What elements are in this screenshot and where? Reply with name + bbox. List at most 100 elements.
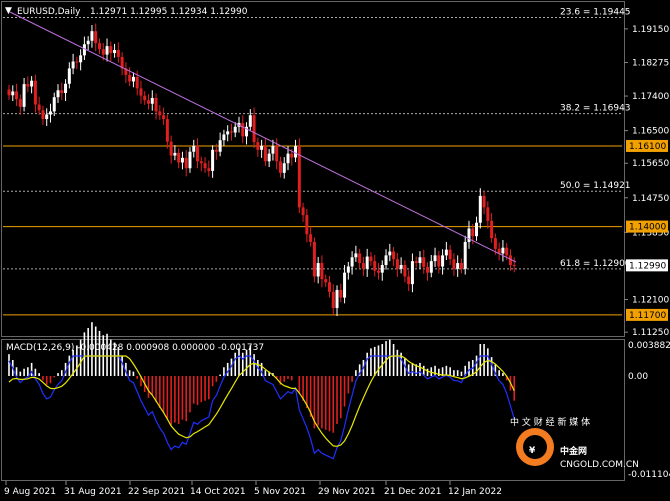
candle-body bbox=[395, 259, 399, 269]
candle-body bbox=[30, 80, 34, 87]
time-tick-label: 21 Dec 2021 bbox=[384, 487, 442, 497]
candle-body bbox=[433, 255, 437, 262]
candle-body bbox=[505, 247, 509, 256]
candle-body bbox=[256, 142, 260, 150]
candle-body bbox=[180, 157, 184, 163]
candle-body bbox=[490, 220, 494, 239]
chart-window[interactable]: 23.6 = 1.19445 38.2 = 1.16943 50.0 = 1.149… bbox=[0, 0, 670, 497]
candle-body bbox=[196, 145, 200, 162]
candle-body bbox=[312, 241, 316, 277]
candle-body bbox=[128, 74, 132, 82]
dropdown-icon[interactable]: ▼ bbox=[5, 6, 12, 16]
candle-body bbox=[260, 145, 264, 150]
candle-body bbox=[452, 259, 456, 269]
candle-body bbox=[320, 263, 324, 280]
candle-body bbox=[441, 255, 445, 267]
price-tick-label: 1.17400 bbox=[632, 92, 669, 102]
time-tick-label: 14 Oct 2021 bbox=[190, 487, 246, 497]
time-tick-label: 31 Aug 2021 bbox=[64, 487, 122, 497]
fib-label: 61.8 = 1.12900 bbox=[560, 259, 631, 269]
candle-body bbox=[226, 131, 230, 135]
candle-body bbox=[165, 119, 169, 142]
candle-body bbox=[64, 83, 68, 93]
candle-body bbox=[271, 145, 275, 154]
candle-body bbox=[437, 255, 441, 267]
candle-body bbox=[45, 114, 49, 120]
candle-body bbox=[18, 99, 22, 107]
candle-body bbox=[482, 195, 486, 208]
candle-body bbox=[407, 276, 411, 285]
candle-body bbox=[135, 76, 139, 89]
candle-body bbox=[22, 84, 26, 107]
candle-body bbox=[410, 261, 414, 285]
candle-body bbox=[154, 97, 158, 112]
candle-body bbox=[60, 90, 64, 93]
candle-body bbox=[33, 80, 37, 105]
candle-body bbox=[444, 249, 448, 256]
candle-body bbox=[373, 261, 377, 271]
candle-body bbox=[105, 46, 109, 55]
candle-body bbox=[214, 149, 218, 152]
fib-label: 38.2 = 1.16943 bbox=[560, 104, 631, 114]
candle-body bbox=[248, 115, 252, 127]
candle-body bbox=[131, 76, 135, 82]
fib-label: 50.0 = 1.14921 bbox=[560, 181, 631, 191]
candle-body bbox=[358, 253, 362, 264]
price-tick-label: 1.12100 bbox=[632, 296, 669, 306]
candle-body bbox=[354, 253, 358, 258]
candle-body bbox=[207, 168, 211, 171]
candle-body bbox=[392, 251, 396, 260]
candle-body bbox=[361, 263, 365, 269]
candle-body bbox=[414, 261, 418, 264]
candle-body bbox=[162, 115, 166, 120]
candle-body bbox=[463, 241, 467, 269]
candle-body bbox=[116, 49, 120, 57]
candle-body bbox=[335, 289, 339, 308]
candle-body bbox=[188, 151, 192, 169]
candle-body bbox=[286, 153, 290, 164]
candle-body bbox=[75, 61, 79, 63]
candle-body bbox=[252, 115, 256, 143]
candle-body bbox=[346, 266, 350, 273]
time-tick-label: 9 Aug 2021 bbox=[4, 487, 56, 497]
candle-body bbox=[331, 291, 335, 308]
candle-body bbox=[79, 55, 83, 63]
candle-body bbox=[365, 256, 369, 269]
watermark-tagline: 中 文 财 经 新 媒 体 bbox=[510, 416, 590, 428]
ohlc-values: 1.12971 1.12995 1.12934 1.12990 bbox=[90, 7, 248, 17]
candle-body bbox=[139, 88, 143, 96]
macd-label: MACD(12,26,9) -0.000428 0.000908 0.00000… bbox=[6, 343, 264, 353]
candle-body bbox=[456, 263, 460, 269]
time-tick-label: 22 Sep 2021 bbox=[128, 487, 185, 497]
level-tag-label: 1.11700 bbox=[629, 311, 666, 321]
candle-body bbox=[388, 251, 392, 256]
candle-body bbox=[177, 152, 181, 163]
candle-body bbox=[86, 40, 90, 45]
candle-body bbox=[403, 264, 407, 277]
candle-body bbox=[478, 195, 482, 223]
candle-body bbox=[147, 100, 151, 104]
candle-body bbox=[486, 207, 490, 221]
candle-body bbox=[233, 126, 237, 133]
candle-body bbox=[263, 145, 267, 162]
candle-body bbox=[203, 163, 207, 169]
candle-body bbox=[158, 111, 162, 116]
candle-body bbox=[199, 161, 203, 164]
candle-body bbox=[294, 145, 298, 158]
candle-body bbox=[426, 266, 430, 273]
candle-body bbox=[399, 264, 403, 269]
level-tag-label: 1.16100 bbox=[629, 142, 666, 152]
macd-tick-label: 0.00 bbox=[628, 372, 648, 382]
candle-body bbox=[422, 257, 426, 267]
macd-tick-label: -0.011104 bbox=[628, 470, 670, 480]
candle-body bbox=[384, 255, 388, 265]
candle-body bbox=[380, 264, 384, 273]
candle-body bbox=[512, 264, 516, 266]
chart-canvas[interactable]: 23.6 = 1.19445 38.2 = 1.16943 50.0 = 1.149… bbox=[0, 0, 670, 497]
candle-body bbox=[218, 140, 222, 152]
candle-body bbox=[94, 31, 98, 44]
candle-body bbox=[56, 90, 60, 98]
candle-body bbox=[143, 95, 147, 101]
candle-body bbox=[343, 272, 347, 298]
candle-body bbox=[7, 89, 11, 96]
